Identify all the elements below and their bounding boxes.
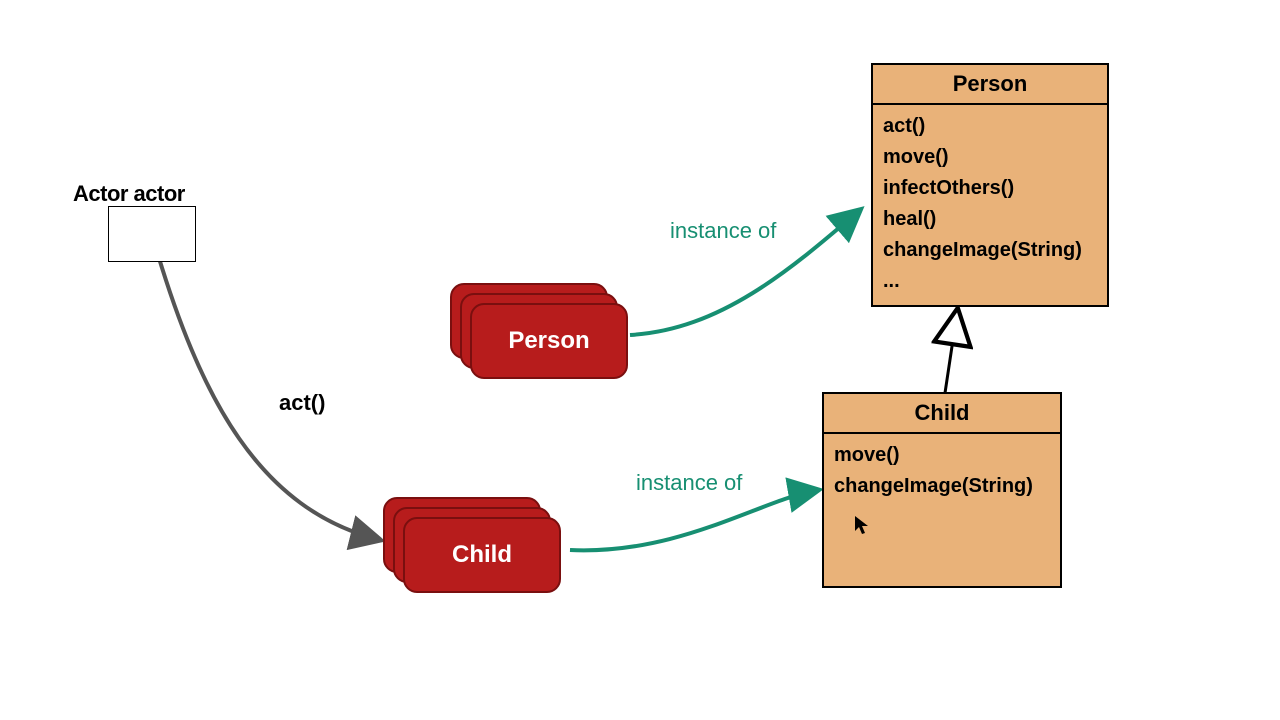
edge-inheritance-child-person [945,313,957,393]
uml-class-child-body: move() changeImage(String) [824,434,1060,510]
uml-class-person-body: act() move() infectOthers() heal() chang… [873,105,1107,305]
child-object-stack: Child [383,497,563,593]
edge-label-instanceof-top: instance of [670,218,776,244]
edge-instanceof-child [570,490,818,550]
diagram-canvas: Actor actor act() Person instance of Chi… [0,0,1280,720]
stack-card-front: Child [403,517,561,593]
uml-method: move() [883,142,1097,173]
edge-label-act: act() [279,390,325,416]
edge-act [153,238,380,540]
person-object-stack: Person [450,283,630,379]
stack-card-front: Person [470,303,628,379]
cursor-icon [854,515,870,535]
uml-class-person-title: Person [873,65,1107,105]
uml-method: move() [834,440,1050,471]
edge-label-instanceof-bottom: instance of [636,470,742,496]
actor-reference-box [108,206,196,262]
uml-class-person: Person act() move() infectOthers() heal(… [871,63,1109,307]
uml-method: changeImage(String) [883,235,1097,266]
uml-method: act() [883,111,1097,142]
uml-method: infectOthers() [883,173,1097,204]
child-card-label: Child [452,541,512,569]
uml-method: ... [883,266,1097,297]
uml-method: changeImage(String) [834,471,1050,502]
uml-method: heal() [883,204,1097,235]
person-card-label: Person [508,327,589,355]
actor-variable-label: Actor actor [73,181,185,207]
uml-class-child: Child move() changeImage(String) [822,392,1062,588]
uml-class-child-title: Child [824,394,1060,434]
